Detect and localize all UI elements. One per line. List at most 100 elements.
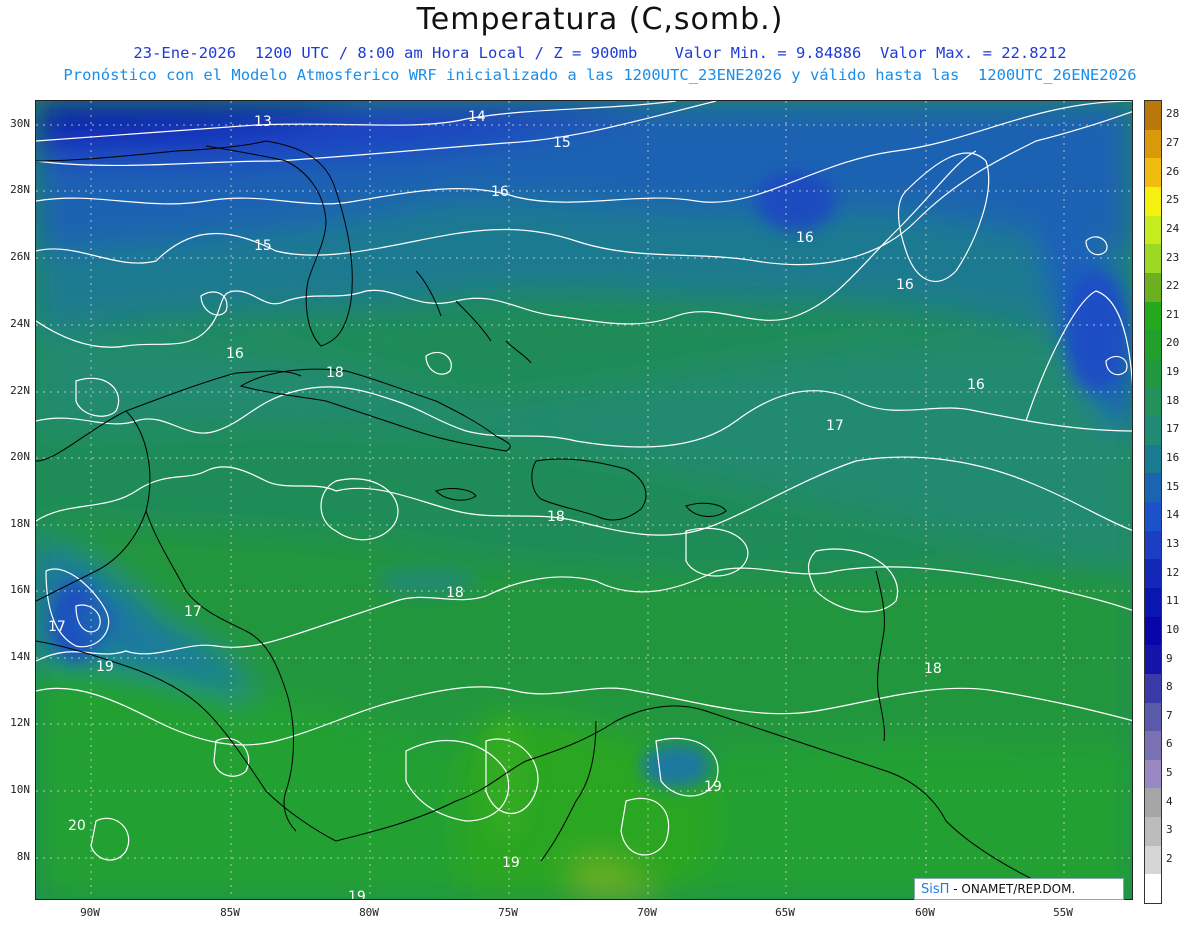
latitude-tick: 30N bbox=[10, 117, 30, 130]
colorbar-label: 9 bbox=[1166, 651, 1173, 665]
colorbar-label: 25 bbox=[1166, 193, 1180, 207]
contour-label: 18 bbox=[326, 365, 344, 381]
colorbar-label: 6 bbox=[1166, 737, 1173, 751]
colorbar-label: 14 bbox=[1166, 508, 1180, 522]
latitude-tick: 24N bbox=[10, 317, 30, 330]
contour-label: 16 bbox=[967, 377, 985, 393]
colorbar-label: 24 bbox=[1166, 221, 1180, 235]
colorbar-swatch bbox=[1145, 587, 1161, 618]
colorbar-swatch bbox=[1145, 387, 1161, 417]
colorbar-swatch bbox=[1145, 416, 1161, 446]
colorbar-swatch bbox=[1145, 874, 1161, 904]
longitude-tick: 90W bbox=[80, 906, 100, 919]
colorbar-label: 23 bbox=[1166, 250, 1180, 264]
colorbar-label: 18 bbox=[1166, 393, 1180, 407]
contour-label: 19 bbox=[502, 855, 520, 871]
temperature-map[interactable]: 13 14 15 15 16 16 16 16 16 17 17 17 18 1… bbox=[35, 100, 1133, 900]
colorbar-swatch bbox=[1145, 330, 1161, 360]
contour-label: 19 bbox=[96, 659, 114, 675]
contour-label: 14 bbox=[468, 109, 486, 125]
latitude-tick: 26N bbox=[10, 250, 30, 263]
colorbar-swatch bbox=[1145, 215, 1161, 245]
colorbar-swatch bbox=[1145, 759, 1161, 789]
colorbar-label: 5 bbox=[1166, 766, 1173, 780]
contour-label: 15 bbox=[254, 238, 272, 254]
colorbar-swatch bbox=[1145, 358, 1161, 388]
longitude-tick: 70W bbox=[637, 906, 657, 919]
subtitle-model-info: Pronóstico con el Modelo Atmosferico WRF… bbox=[63, 66, 1137, 84]
latitude-tick: 8N bbox=[16, 850, 30, 863]
colorbar-swatch bbox=[1145, 272, 1161, 302]
colorbar-swatch bbox=[1145, 616, 1161, 646]
colorbar-swatch bbox=[1145, 186, 1161, 217]
colorbar-label: 7 bbox=[1166, 708, 1173, 722]
temperature-colorbar bbox=[1144, 100, 1162, 904]
colorbar-label: 27 bbox=[1166, 135, 1180, 149]
contour-label: 18 bbox=[446, 585, 464, 601]
contour-label: 20 bbox=[68, 818, 86, 834]
contour-label: 17 bbox=[826, 418, 844, 434]
colorbar-label: 19 bbox=[1166, 365, 1180, 379]
colorbar-label: 28 bbox=[1166, 107, 1180, 121]
contour-label: 13 bbox=[254, 114, 272, 130]
sispi-logo-text: SisΠ bbox=[921, 882, 950, 897]
colorbar-label: 12 bbox=[1166, 565, 1180, 579]
longitude-tick: 60W bbox=[915, 906, 935, 919]
latitude-tick: 18N bbox=[10, 517, 30, 530]
colorbar-swatch bbox=[1145, 129, 1161, 159]
contour-label: 18 bbox=[924, 661, 942, 677]
colorbar-swatch bbox=[1145, 158, 1161, 188]
colorbar-label: 10 bbox=[1166, 622, 1180, 636]
subtitle-run-info: 23-Ene-2026 1200 UTC / 8:00 am Hora Loca… bbox=[133, 44, 1067, 62]
colorbar-swatch bbox=[1145, 244, 1161, 274]
colorbar-label: 15 bbox=[1166, 479, 1180, 493]
map-title: Temperatura (C,somb.) bbox=[416, 2, 784, 37]
longitude-tick: 55W bbox=[1053, 906, 1073, 919]
colorbar-label: 13 bbox=[1166, 536, 1180, 550]
map-canvas: 13 14 15 15 16 16 16 16 16 17 17 17 18 1… bbox=[36, 101, 1132, 900]
contour-label: 16 bbox=[226, 346, 244, 362]
colorbar-swatch bbox=[1145, 444, 1161, 474]
colorbar-label: 4 bbox=[1166, 794, 1173, 808]
latitude-tick: 16N bbox=[10, 583, 30, 596]
colorbar-label: 20 bbox=[1166, 336, 1180, 350]
colorbar-label: 2 bbox=[1166, 852, 1173, 866]
latitude-tick: 10N bbox=[10, 783, 30, 796]
colorbar-label: 26 bbox=[1166, 164, 1180, 178]
colorbar-swatch bbox=[1145, 502, 1161, 532]
contour-label: 15 bbox=[553, 135, 571, 151]
colorbar-swatch bbox=[1145, 530, 1161, 560]
contour-label: 16 bbox=[896, 277, 914, 293]
colorbar-swatch bbox=[1145, 673, 1161, 703]
colorbar-swatch bbox=[1145, 817, 1161, 847]
contour-label: 16 bbox=[491, 184, 509, 200]
colorbar-swatch bbox=[1145, 559, 1161, 589]
colorbar-label: 17 bbox=[1166, 422, 1180, 436]
colorbar-label: 16 bbox=[1166, 451, 1180, 465]
latitude-tick: 28N bbox=[10, 183, 30, 196]
contour-label: 17 bbox=[48, 619, 66, 635]
credit-box: SisΠ - ONAMET/REP.DOM. bbox=[914, 878, 1124, 900]
longitude-tick: 65W bbox=[775, 906, 795, 919]
colorbar-swatch bbox=[1145, 101, 1161, 131]
credit-text: - ONAMET/REP.DOM. bbox=[949, 882, 1076, 896]
longitude-tick: 75W bbox=[498, 906, 518, 919]
colorbar-swatch bbox=[1145, 645, 1161, 675]
colorbar-label: 21 bbox=[1166, 307, 1180, 321]
colorbar-label: 3 bbox=[1166, 823, 1173, 837]
colorbar-swatch bbox=[1145, 473, 1161, 503]
contour-label: 19 bbox=[704, 779, 722, 795]
latitude-tick: 20N bbox=[10, 450, 30, 463]
colorbar-swatch bbox=[1145, 845, 1161, 875]
latitude-tick: 12N bbox=[10, 716, 30, 729]
colorbar-swatch bbox=[1145, 788, 1161, 818]
contour-label: 18 bbox=[547, 509, 565, 525]
colorbar-label: 8 bbox=[1166, 680, 1173, 694]
longitude-tick: 80W bbox=[359, 906, 379, 919]
colorbar-swatch bbox=[1145, 731, 1161, 761]
contour-label: 17 bbox=[184, 604, 202, 620]
longitude-tick: 85W bbox=[220, 906, 240, 919]
contour-label: 16 bbox=[796, 230, 814, 246]
latitude-tick: 22N bbox=[10, 384, 30, 397]
contour-label: 19 bbox=[348, 889, 366, 900]
